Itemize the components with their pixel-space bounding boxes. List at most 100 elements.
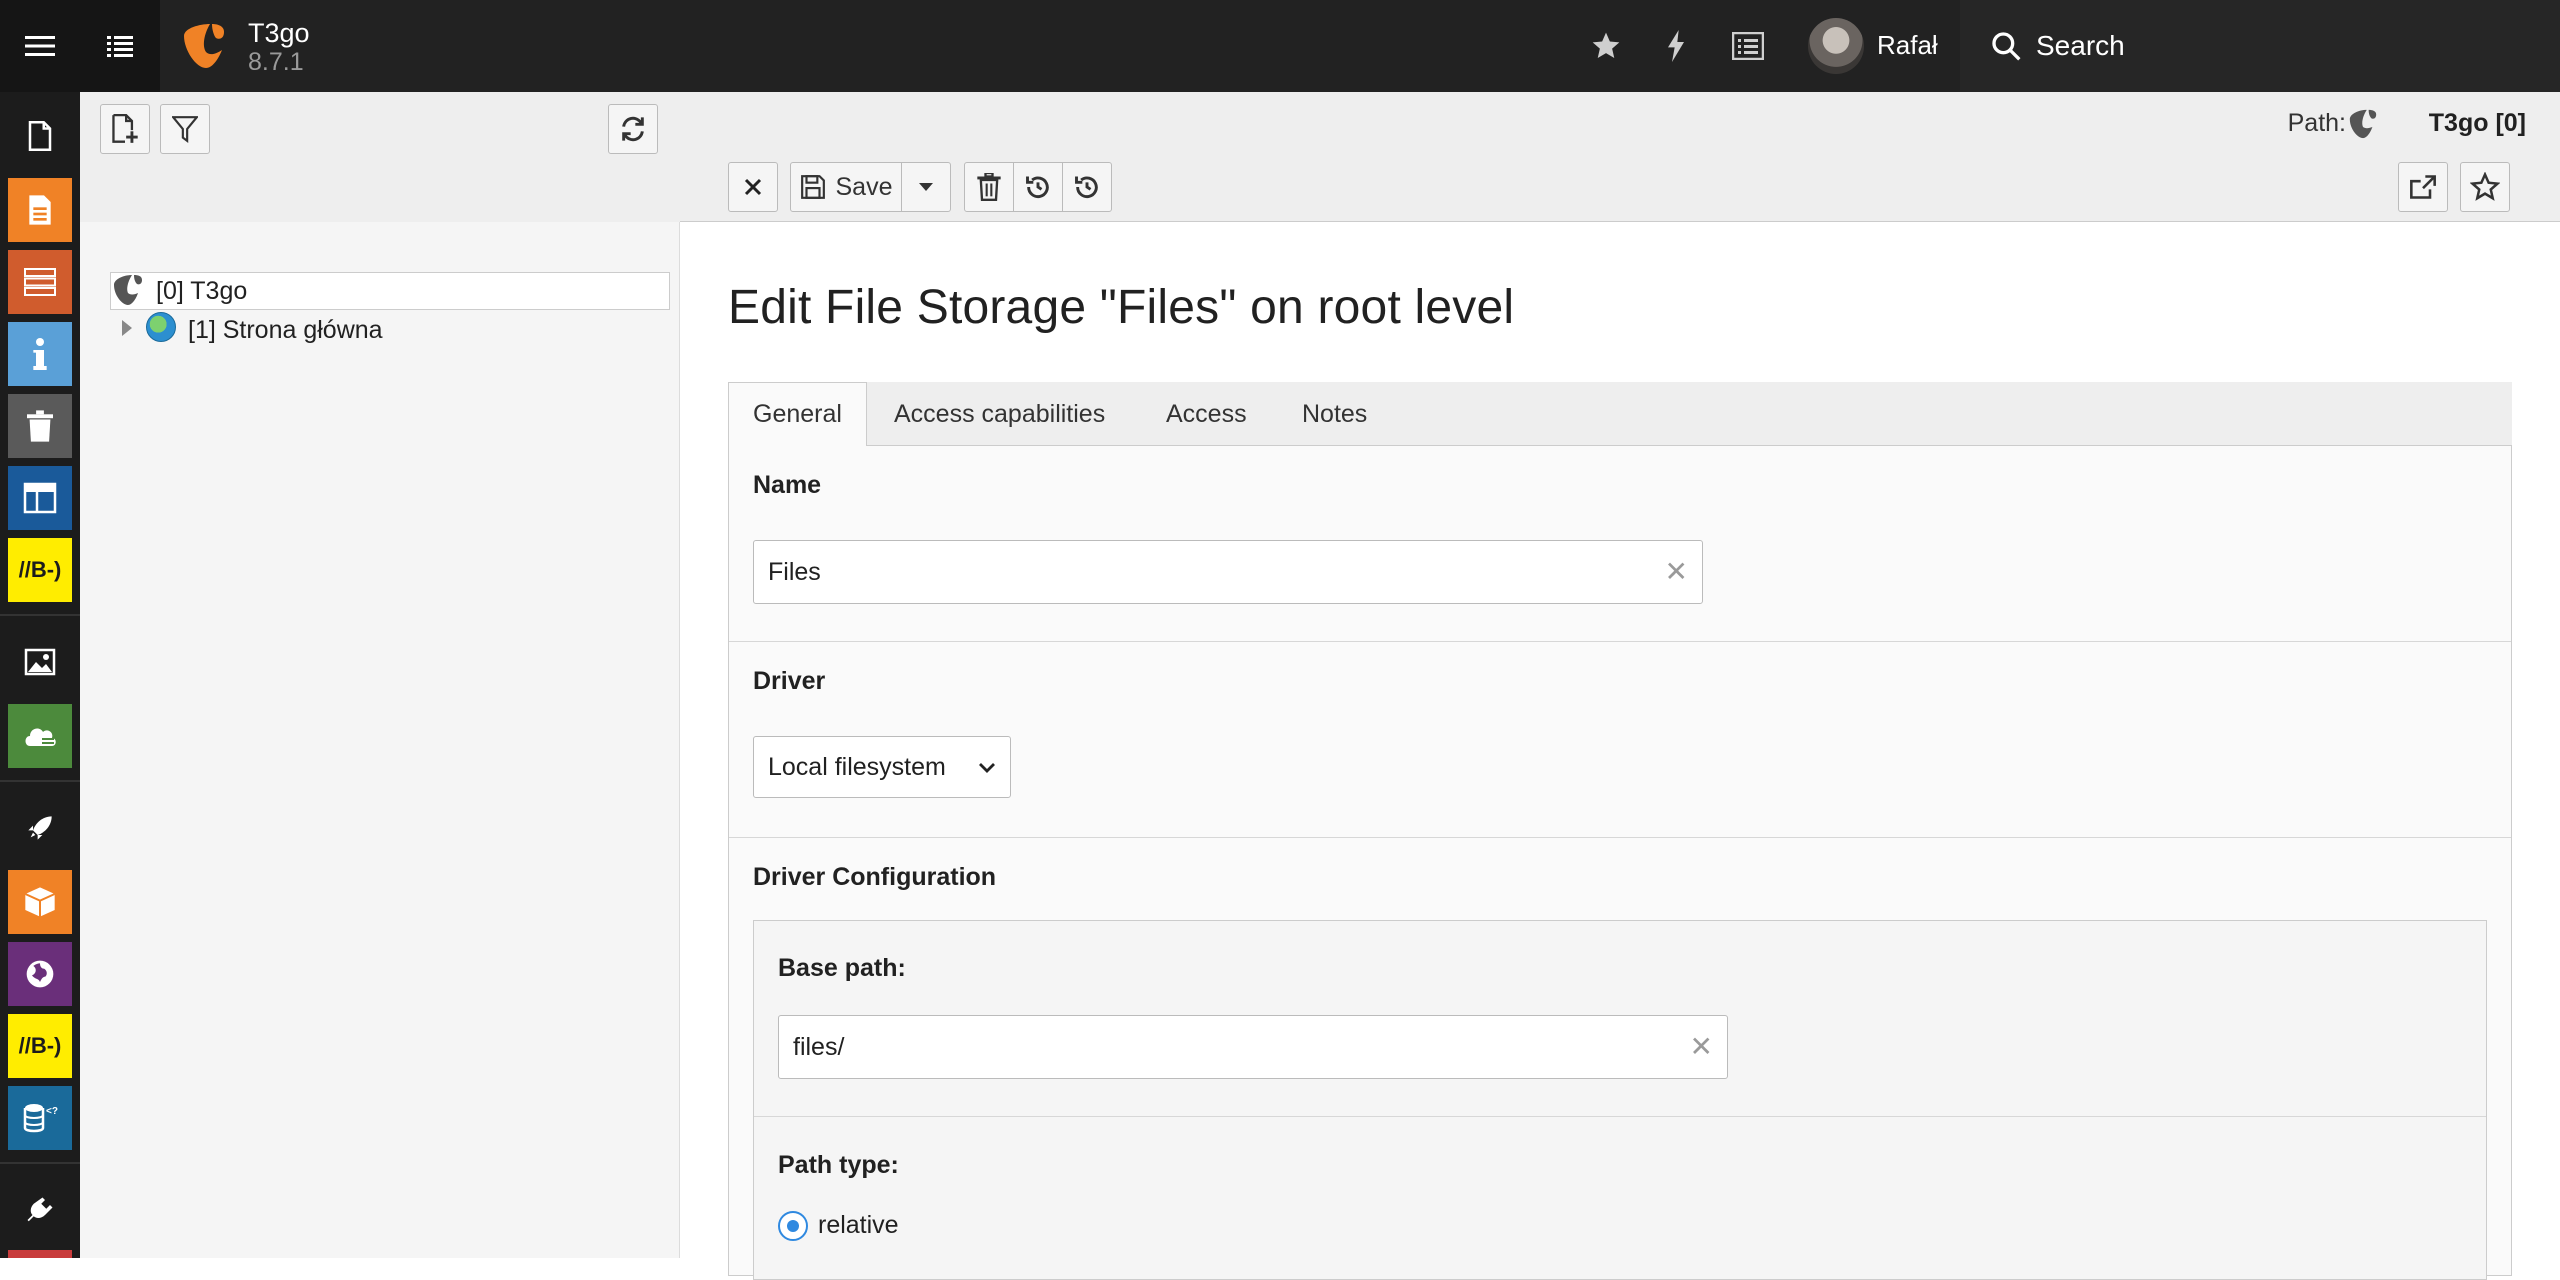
page-tree-panel: [0] T3go [1] Strona główna: [80, 92, 680, 1258]
svg-text:<?: <?: [46, 1106, 58, 1117]
tab-access-capabilities[interactable]: Access capabilities: [870, 382, 1129, 446]
save-icon: [800, 175, 825, 199]
site-version: 8.7.1: [248, 48, 304, 76]
module-rocket-button[interactable]: [8, 796, 72, 860]
module-list-button[interactable]: [8, 250, 72, 314]
star-icon: [1592, 32, 1620, 58]
history-button[interactable]: [1013, 162, 1063, 212]
database-icon: <?: [23, 1104, 58, 1133]
tree-root-label[interactable]: [0] T3go: [156, 277, 247, 306]
module-extension-b-button-2[interactable]: //B-): [8, 1014, 72, 1078]
avatar[interactable]: [1808, 18, 1864, 74]
module-cloud-button[interactable]: [8, 704, 72, 768]
open-new-window-button[interactable]: [2398, 162, 2448, 212]
content-panel: Path: T3go [0] Save Edit File Storage "F…: [680, 92, 2560, 1280]
menu-toggle-button[interactable]: [0, 0, 80, 92]
delete-button[interactable]: [964, 162, 1014, 212]
driver-section: Driver Local filesystem: [729, 642, 2511, 838]
tab-access[interactable]: Access: [1142, 382, 1271, 446]
tree-list-icon: [107, 36, 133, 57]
pagetree-toggle-button[interactable]: [80, 0, 160, 92]
tree-expand-arrow-icon[interactable]: [122, 320, 132, 336]
save-dropdown-button[interactable]: [901, 162, 951, 212]
undo-button[interactable]: [1062, 162, 1112, 212]
driver-select[interactable]: Local filesystem: [753, 736, 1011, 798]
base-path-value: files/: [793, 1033, 845, 1061]
history-icon: [1026, 176, 1049, 199]
save-label: Save: [835, 172, 893, 201]
globe-icon: [26, 960, 54, 988]
clear-icon[interactable]: ✕: [1690, 1030, 1713, 1063]
module-separator: [0, 614, 80, 616]
tree-node-label[interactable]: [1] Strona główna: [188, 316, 383, 345]
package-icon: [24, 887, 56, 917]
path-value: T3go [0]: [2428, 109, 2526, 137]
layout-icon: [23, 482, 57, 514]
driver-label: Driver: [753, 667, 826, 695]
tab-bar: General Access capabilities Access Notes: [728, 382, 2512, 447]
name-section: Name Files ✕: [729, 446, 2511, 642]
module-extension-b-button[interactable]: //B-): [8, 538, 72, 602]
list-icon: [24, 268, 56, 296]
radio-relative[interactable]: [778, 1211, 808, 1241]
typo3-path-icon: [2346, 108, 2380, 145]
close-icon: [744, 178, 762, 196]
module-globe-button[interactable]: [8, 942, 72, 1006]
user-name[interactable]: Rafał: [1877, 30, 1938, 61]
base-path-section: Base path: files/ ✕: [754, 921, 2486, 1117]
module-info-button[interactable]: [8, 322, 72, 386]
module-page-button[interactable]: [8, 104, 72, 168]
module-database-button[interactable]: <?: [8, 1086, 72, 1150]
view-icon: [29, 195, 51, 225]
tree-toolbar: [80, 92, 680, 222]
close-button[interactable]: [728, 162, 778, 212]
path-label: Path:: [2287, 109, 2346, 137]
undo-history-icon: [1075, 176, 1098, 199]
opendocs-button[interactable]: [1720, 0, 1776, 92]
page-title: Edit File Storage "Files" on root level: [728, 281, 1515, 334]
typo3-root-icon: [110, 273, 146, 312]
clear-icon[interactable]: ✕: [1665, 555, 1688, 588]
typo3-logo-icon[interactable]: [180, 20, 226, 77]
filelist-icon: [24, 648, 56, 676]
base-path-label: Base path:: [778, 954, 906, 982]
module-recycler-button[interactable]: [8, 394, 72, 458]
refresh-tree-button[interactable]: [608, 104, 658, 154]
module-plug-button[interactable]: [8, 1178, 72, 1242]
module-package-button[interactable]: [8, 870, 72, 934]
info-icon: [33, 338, 47, 370]
extension-b-icon: //B-): [18, 1033, 62, 1058]
cloud-icon: [25, 728, 56, 746]
radio-dot-icon: [787, 1220, 799, 1232]
clear-cache-button[interactable]: [1648, 0, 1704, 92]
module-layout-button[interactable]: [8, 466, 72, 530]
driver-config-panel: Base path: files/ ✕ Path type: relative: [753, 920, 2487, 1280]
form-body: Name Files ✕ Driver Local filesystem Dri…: [728, 446, 2512, 1280]
module-separator: [0, 780, 80, 782]
name-value: Files: [768, 558, 821, 586]
flash-icon: [1668, 30, 1684, 62]
filter-button[interactable]: [160, 104, 210, 154]
tab-notes[interactable]: Notes: [1278, 382, 1391, 446]
chevron-down-icon: [978, 761, 996, 779]
radio-relative-label[interactable]: relative: [818, 1211, 899, 1240]
base-path-field[interactable]: files/ ✕: [778, 1015, 1728, 1079]
path-type-label: Path type:: [778, 1151, 899, 1179]
search-placeholder[interactable]: Search: [2036, 30, 2125, 62]
new-page-icon: [112, 114, 138, 143]
bookmarks-button[interactable]: [1578, 0, 1634, 92]
rocket-icon: [28, 816, 52, 840]
add-bookmark-button[interactable]: [2460, 162, 2510, 212]
globe-page-icon: [146, 312, 176, 342]
save-button[interactable]: Save: [790, 162, 902, 212]
module-menu: //B-) //B-) <?: [0, 92, 80, 1258]
module-partial-button[interactable]: [8, 1250, 72, 1258]
doc-header: Path: T3go [0] Save: [680, 92, 2560, 222]
name-field[interactable]: Files ✕: [753, 540, 1703, 604]
module-view-button[interactable]: [8, 178, 72, 242]
documents-list-icon: [1732, 32, 1764, 60]
new-page-button[interactable]: [100, 104, 150, 154]
module-filelist-button[interactable]: [8, 630, 72, 694]
page-icon: [28, 121, 52, 151]
tab-general[interactable]: General: [728, 382, 867, 447]
